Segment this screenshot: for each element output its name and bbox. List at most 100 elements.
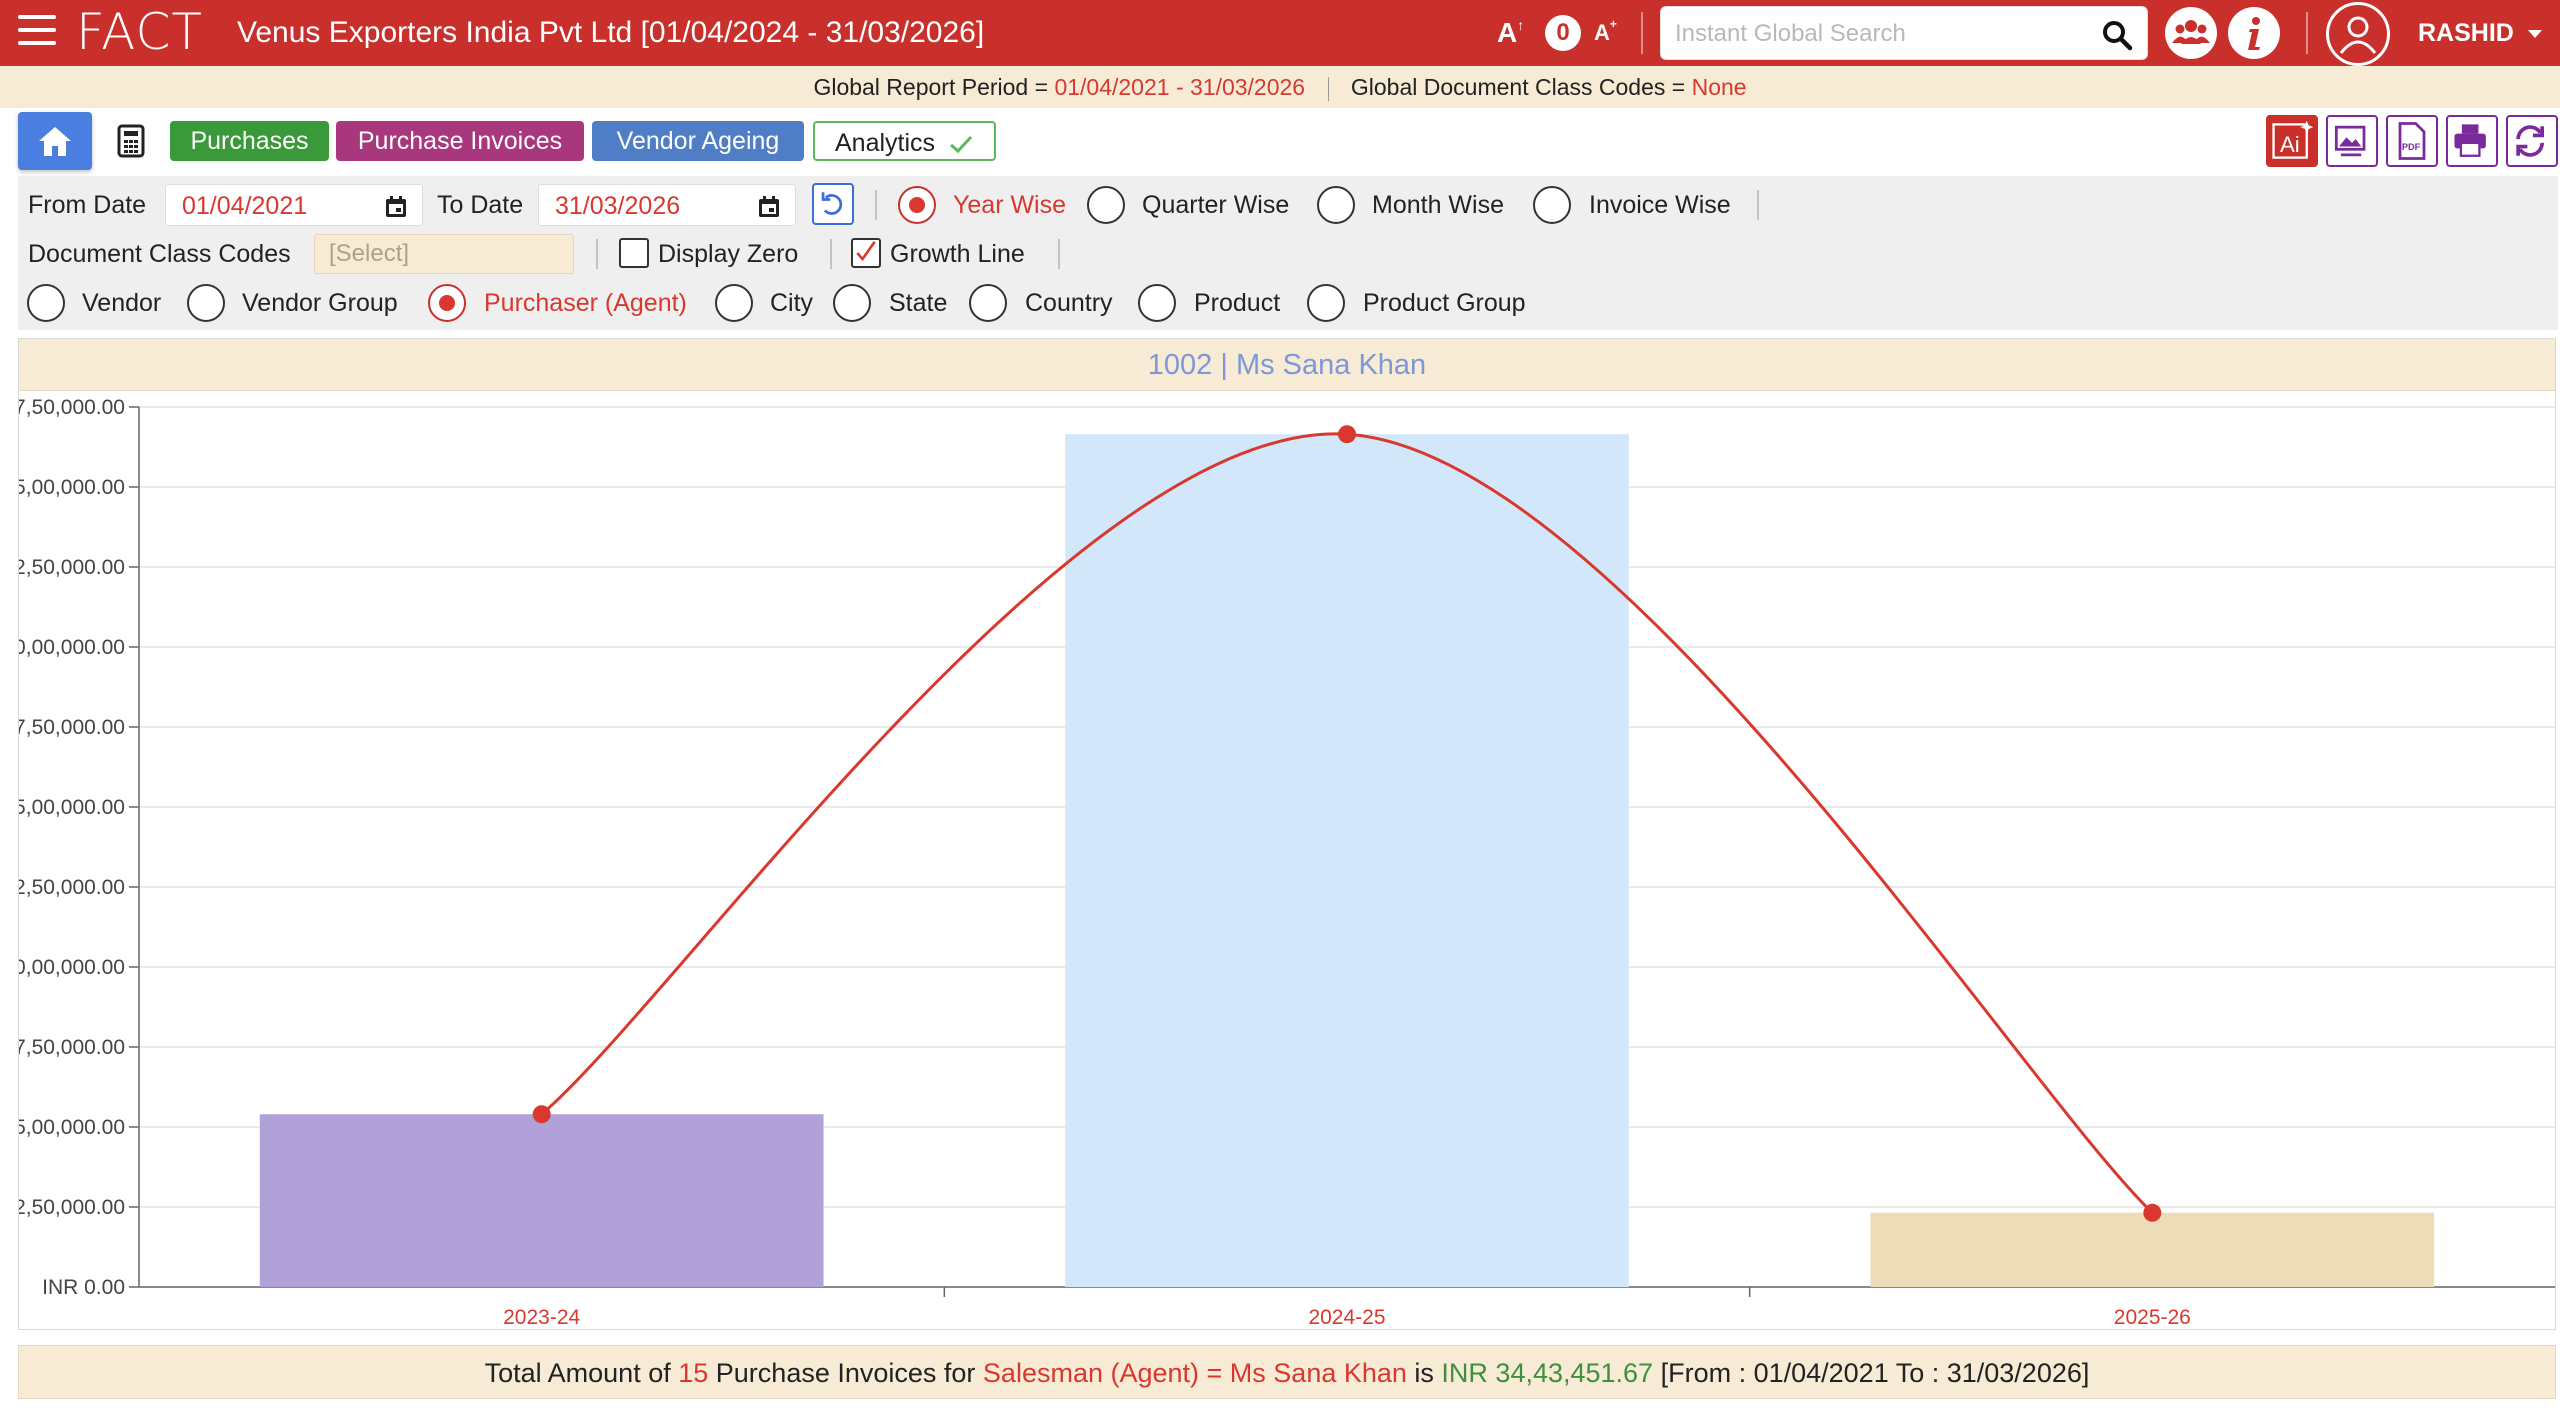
chart-panel: 1002 | Ms Sana Khan INR 0.00INR 2,50,000…	[18, 338, 2556, 1330]
radio-quarter-wise[interactable]	[1087, 186, 1125, 224]
total-middle: Purchase Invoices for	[708, 1358, 983, 1388]
font-increase-button[interactable]: A+	[1594, 14, 1617, 52]
radio-product-label[interactable]: Product	[1194, 286, 1280, 320]
invoice-count: 15	[678, 1358, 709, 1388]
display-zero-checkbox[interactable]	[619, 238, 649, 268]
check-icon	[856, 240, 876, 262]
company-title: Venus Exporters India Pvt Ltd [01/04/202…	[237, 16, 985, 49]
radio-invoice-wise[interactable]	[1533, 186, 1571, 224]
growth-line-checkbox[interactable]	[851, 238, 881, 268]
user-avatar[interactable]	[2326, 2, 2390, 66]
radio-purchaser-agent-label[interactable]: Purchaser (Agent)	[484, 286, 687, 320]
radio-quarter-wise-label[interactable]: Quarter Wise	[1142, 188, 1289, 222]
radio-country-label[interactable]: Country	[1025, 286, 1113, 320]
radio-city-label[interactable]: City	[770, 286, 813, 320]
svg-text:PDF: PDF	[2402, 142, 2421, 152]
y-tick-label: INR 15,00,000.00	[19, 796, 125, 819]
to-date-input[interactable]: 31/03/2026	[538, 184, 796, 226]
image-icon	[2334, 125, 2366, 157]
total-summary: Total Amount of 15 Purchase Invoices for…	[18, 1345, 2556, 1399]
radio-state[interactable]	[833, 284, 871, 322]
print-button[interactable]	[2446, 115, 2498, 167]
chart-bar	[1065, 434, 1629, 1287]
radio-product[interactable]	[1138, 284, 1176, 322]
doc-class-label: Global Document Class Codes =	[1350, 74, 1692, 100]
display-zero-label[interactable]: Display Zero	[658, 237, 798, 271]
app-logo[interactable]: FACT	[76, 2, 203, 62]
info-button[interactable]	[2228, 7, 2280, 59]
export-pdf-button[interactable]: PDF	[2386, 115, 2438, 167]
total-is: is	[1406, 1358, 1442, 1388]
home-button[interactable]	[18, 112, 92, 170]
radio-city[interactable]	[715, 284, 753, 322]
user-name[interactable]: RASHID	[2418, 16, 2514, 50]
calendar-icon[interactable]	[757, 195, 781, 219]
users-group-icon	[2172, 20, 2210, 44]
info-icon	[2248, 17, 2260, 50]
radio-vendor-group-label[interactable]: Vendor Group	[242, 286, 398, 320]
radio-product-group-label[interactable]: Product Group	[1363, 286, 1526, 320]
divider	[1327, 76, 1329, 101]
global-period-bar: Global Report Period = 01/04/2021 - 31/0…	[0, 66, 2560, 108]
radio-month-wise[interactable]	[1317, 186, 1355, 224]
hamburger-menu-icon[interactable]	[18, 15, 56, 49]
global-search-input[interactable]	[1675, 15, 2075, 53]
radio-state-label[interactable]: State	[889, 286, 947, 320]
to-date-value: 31/03/2026	[555, 192, 681, 220]
y-tick-label: INR 25,00,000.00	[19, 476, 125, 499]
x-tick-label: 2025-26	[2114, 1306, 2191, 1329]
refresh-button[interactable]	[2506, 115, 2558, 167]
font-decrease-button[interactable]: A↑	[1497, 14, 1524, 52]
calendar-icon[interactable]	[384, 195, 408, 219]
tab-purchases[interactable]: Purchases	[170, 121, 329, 161]
y-tick-label: INR 22,50,000.00	[19, 556, 125, 579]
divider	[596, 239, 598, 269]
top-bar: FACT Venus Exporters India Pvt Ltd [01/0…	[0, 0, 2560, 66]
growth-point	[1338, 425, 1356, 444]
undo-icon	[821, 192, 843, 215]
radio-year-wise[interactable]	[898, 186, 936, 224]
tab-vendor-ageing[interactable]: Vendor Ageing	[592, 121, 804, 161]
tab-analytics-label: Analytics	[835, 129, 936, 157]
x-tick-label: 2024-25	[1308, 1306, 1385, 1329]
users-group-button[interactable]	[2165, 7, 2217, 59]
refresh-icon	[2516, 125, 2545, 157]
svg-text:Ai: Ai	[2280, 132, 2300, 157]
global-search[interactable]	[1660, 6, 2148, 60]
radio-vendor[interactable]	[27, 284, 65, 322]
from-date-label: From Date	[28, 191, 147, 219]
total-range: [From : 01/04/2021 To : 31/03/2026]	[1653, 1358, 2090, 1388]
radio-purchaser-agent[interactable]	[428, 284, 466, 322]
divider	[2306, 12, 2308, 54]
radio-month-wise-label[interactable]: Month Wise	[1372, 188, 1504, 222]
ai-button[interactable]: Ai	[2266, 115, 2318, 167]
user-icon	[2339, 16, 2377, 54]
divider	[1757, 190, 1759, 220]
reset-dates-button[interactable]	[812, 183, 854, 225]
divider	[875, 190, 877, 220]
divider	[1058, 239, 1060, 269]
radio-year-wise-label[interactable]: Year Wise	[953, 188, 1066, 222]
chevron-down-icon[interactable]	[2528, 30, 2542, 38]
y-tick-label: INR 0.00	[42, 1276, 125, 1299]
tab-analytics[interactable]: Analytics	[813, 121, 996, 161]
radio-vendor-group[interactable]	[187, 284, 225, 322]
from-date-input[interactable]: 01/04/2021	[165, 184, 423, 226]
doc-class-codes-select[interactable]: [Select]	[314, 234, 574, 274]
y-tick-label: INR 5,00,000.00	[19, 1116, 125, 1139]
radio-country[interactable]	[969, 284, 1007, 322]
radio-invoice-wise-label[interactable]: Invoice Wise	[1589, 188, 1731, 222]
divider	[830, 239, 832, 269]
radio-vendor-label[interactable]: Vendor	[82, 286, 161, 320]
y-tick-label: INR 10,00,000.00	[19, 956, 125, 979]
y-tick-label: INR 2,50,000.00	[19, 1196, 125, 1219]
radio-product-group[interactable]	[1307, 284, 1345, 322]
y-tick-label: INR 7,50,000.00	[19, 1036, 125, 1059]
to-date-label: To Date	[437, 191, 524, 219]
export-image-button[interactable]	[2326, 115, 2378, 167]
tab-purchase-invoices[interactable]: Purchase Invoices	[336, 121, 584, 161]
calculator-icon[interactable]	[116, 124, 146, 158]
check-icon	[950, 136, 973, 154]
search-icon[interactable]	[2101, 19, 2133, 51]
growth-line-label[interactable]: Growth Line	[890, 237, 1025, 271]
